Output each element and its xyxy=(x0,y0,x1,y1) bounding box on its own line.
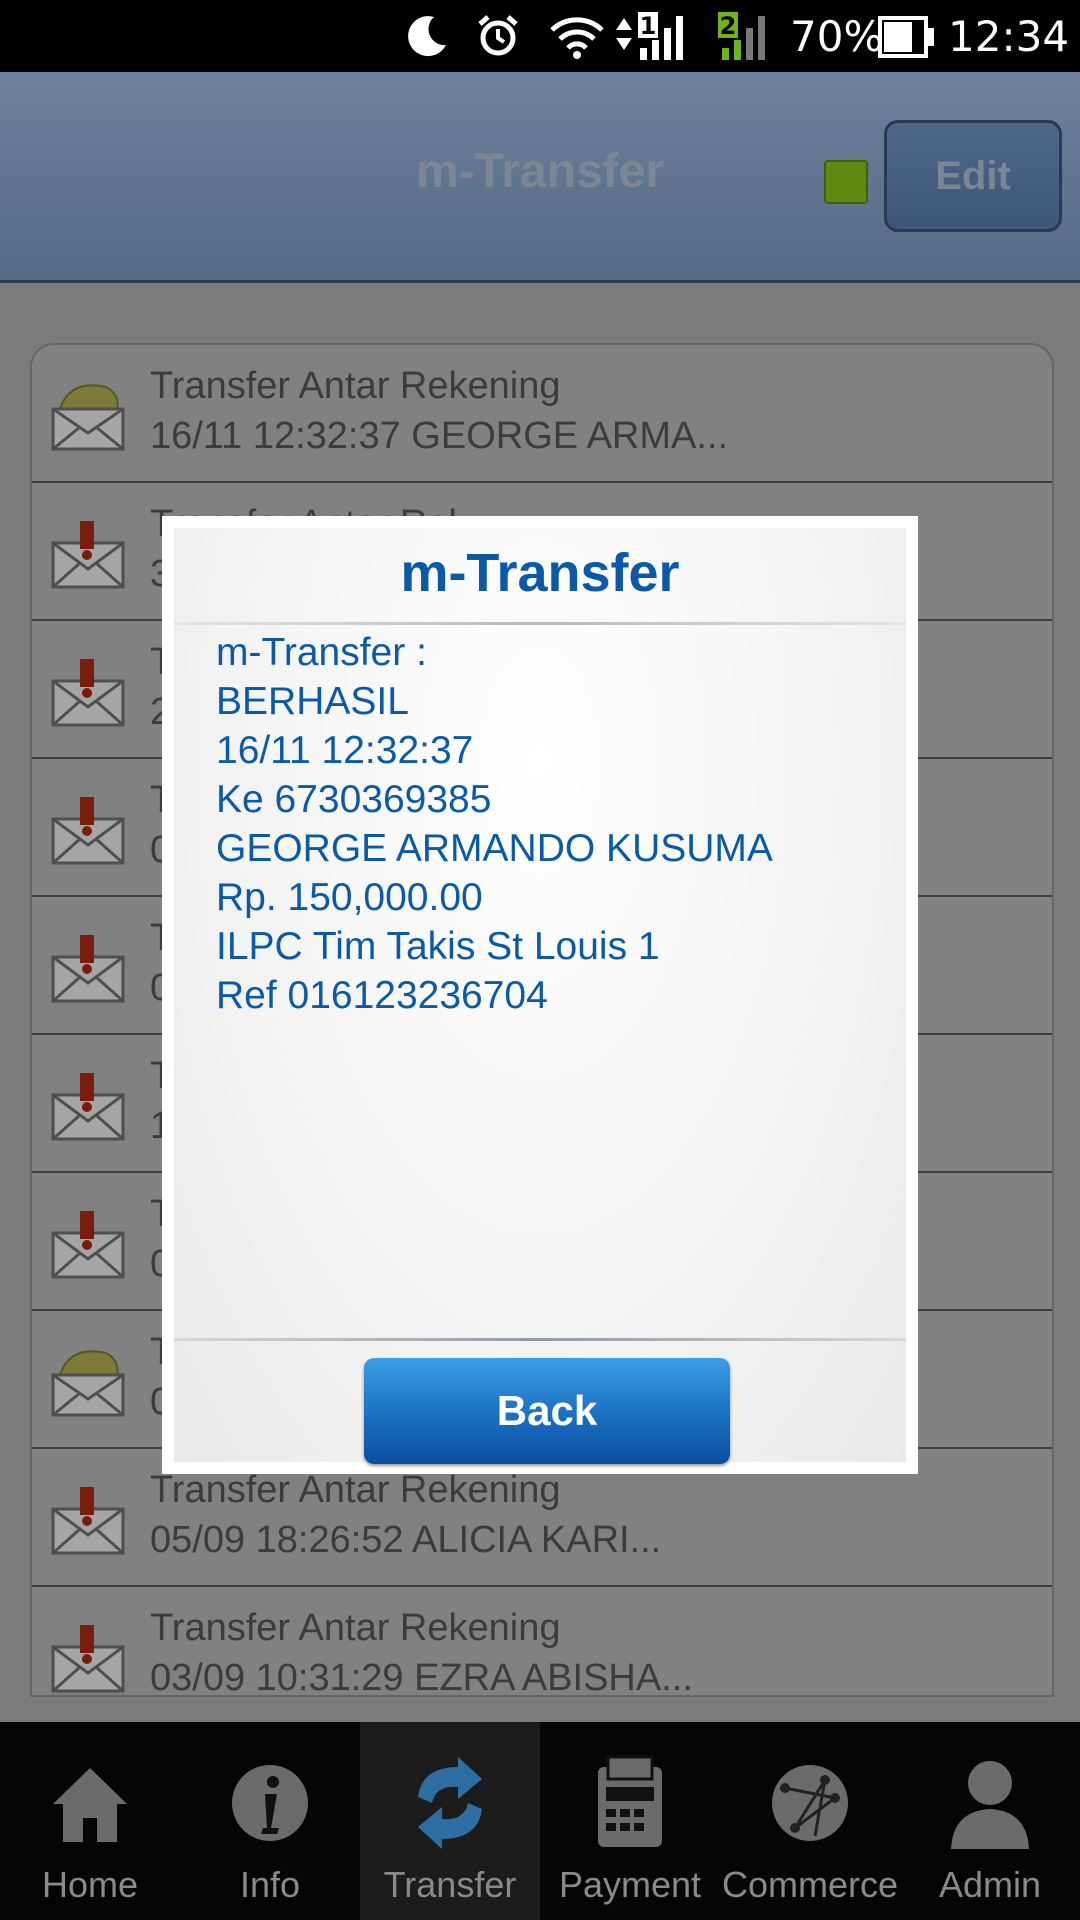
tab-label: Payment xyxy=(558,1864,702,1905)
dialog-line: Ke 6730369385 xyxy=(216,778,492,821)
app-header: m-Transfer Edit xyxy=(0,72,1080,283)
battery-percent: 70% xyxy=(790,11,884,61)
list-item-title: Transfer Antar Rekening xyxy=(150,1469,561,1511)
tab-info[interactable]: Info xyxy=(180,1722,360,1920)
commerce-icon xyxy=(720,1748,900,1858)
sim2-label: 2 xyxy=(720,12,737,40)
tab-label: Transfer xyxy=(383,1864,517,1905)
dialog-title: m-Transfer xyxy=(400,543,680,603)
list-item-subtitle: 03/09 10:31:29 EZRA ABISHA... xyxy=(150,1657,693,1697)
envelope-open-icon xyxy=(50,1341,126,1419)
dialog-panel: m-Transfer m-Transfer : BERHASIL 16/11 12:… xyxy=(174,528,906,1464)
list-item-title: Transfer Antar Rekening xyxy=(150,365,561,407)
back-button[interactable]: Back xyxy=(364,1358,730,1464)
dialog-line: m-Transfer : xyxy=(216,631,427,674)
list-item-title: Transfer Antar Rekening xyxy=(150,1607,561,1649)
sim1-label: 1 xyxy=(640,12,657,40)
edit-button[interactable]: Edit xyxy=(884,120,1062,232)
list-item-subtitle: 05/09 18:26:52 ALICIA KARI... xyxy=(150,1519,662,1561)
list-item[interactable]: Transfer Antar Rekening 16/11 12:32:37 GE… xyxy=(32,345,1052,484)
tab-payment[interactable]: Payment xyxy=(540,1722,720,1920)
envelope-alert-icon xyxy=(50,513,126,591)
info-icon xyxy=(180,1748,360,1858)
tab-transfer[interactable]: Transfer xyxy=(360,1722,540,1920)
wifi-icon xyxy=(548,0,606,72)
bottom-tab-bar: Home Info Transfer Payment Commerce Admin xyxy=(0,1722,1080,1920)
envelope-alert-icon xyxy=(50,651,126,729)
dialog-line: 16/11 12:32:37 xyxy=(216,729,474,772)
tab-label: Commerce xyxy=(721,1864,899,1905)
envelope-alert-icon xyxy=(50,1479,126,1557)
status-bar: 1 2 70% 12:34 xyxy=(0,0,1080,72)
payment-icon xyxy=(540,1748,720,1858)
dialog-divider xyxy=(174,622,906,625)
list-item[interactable]: Transfer Antar Rekening 03/09 10:31:29 EZ… xyxy=(32,1587,1052,1697)
tab-commerce[interactable]: Commerce xyxy=(720,1722,900,1920)
tab-label: Admin xyxy=(938,1864,1042,1905)
dialog-line: BERHASIL xyxy=(216,680,409,723)
result-dialog: m-Transfer m-Transfer : BERHASIL 16/11 12:… xyxy=(162,516,918,1474)
moon-icon xyxy=(404,0,450,72)
envelope-alert-icon xyxy=(50,1065,126,1143)
alarm-icon xyxy=(474,0,522,72)
tab-admin[interactable]: Admin xyxy=(900,1722,1080,1920)
status-indicator xyxy=(824,160,868,204)
battery-icon xyxy=(878,0,936,72)
clock: 12:34 xyxy=(948,11,1070,61)
dialog-line: Ref 016123236704 xyxy=(216,974,548,1017)
envelope-open-icon xyxy=(50,375,126,453)
dialog-line: GEORGE ARMANDO KUSUMA xyxy=(216,827,773,870)
dialog-line: ILPC Tim Takis St Louis 1 xyxy=(216,925,660,968)
screen: 1 2 70% 12:34 m-Transfer Edit Transfer A… xyxy=(0,0,1080,1920)
dialog-message: m-Transfer : BERHASIL 16/11 12:32:37 Ke 673… xyxy=(216,628,773,1020)
envelope-alert-icon xyxy=(50,789,126,867)
dialog-divider xyxy=(174,1338,906,1341)
envelope-alert-icon xyxy=(50,1203,126,1281)
transfer-icon xyxy=(360,1748,540,1858)
list-item-subtitle: 16/11 12:32:37 GEORGE ARMA... xyxy=(150,415,729,457)
dialog-line: Rp. 150,000.00 xyxy=(216,876,483,919)
signal-sim2-icon: 2 xyxy=(716,0,776,72)
home-icon xyxy=(0,1748,180,1858)
admin-icon xyxy=(900,1748,1080,1858)
signal-sim1-icon: 1 xyxy=(612,0,698,72)
envelope-alert-icon xyxy=(50,927,126,1005)
tab-label: Home xyxy=(41,1864,139,1905)
tab-label: Info xyxy=(239,1864,301,1905)
tab-home[interactable]: Home xyxy=(0,1722,180,1920)
envelope-alert-icon xyxy=(50,1617,126,1695)
